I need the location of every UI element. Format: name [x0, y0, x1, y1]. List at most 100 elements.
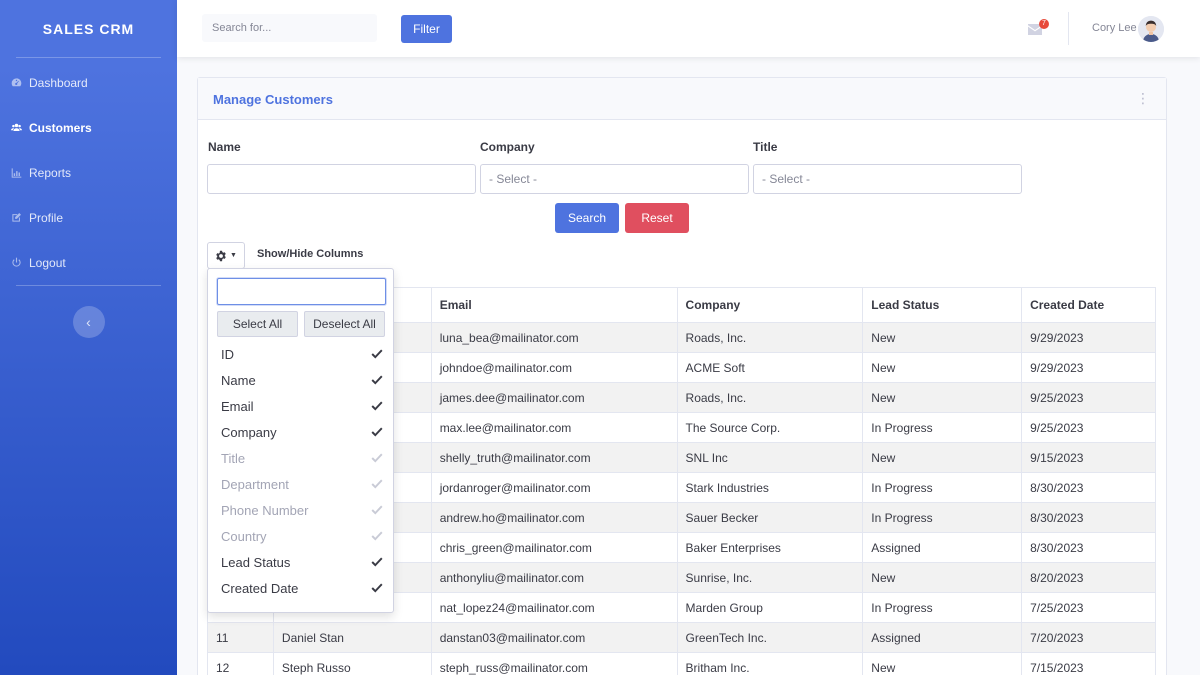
sidebar-nav: Dashboard Customers Reports Profile Logo… [0, 58, 177, 285]
table-cell: New [862, 442, 1023, 473]
table-cell: Assigned [862, 532, 1023, 563]
column-header[interactable]: Lead Status [862, 287, 1023, 323]
column-toggle-item[interactable]: Phone Number [208, 497, 395, 523]
sidebar-toggle-wrap: ‹ [0, 306, 177, 338]
table-cell: 9/25/2023 [1021, 412, 1156, 443]
table-cell: Sunrise, Inc. [676, 562, 864, 593]
caret-down-icon: ▼ [230, 252, 237, 259]
sidebar-item-label: Dashboard [29, 75, 88, 90]
table-cell: 9/15/2023 [1021, 442, 1156, 473]
card-title: Manage Customers [213, 92, 333, 107]
table-cell: Assigned [862, 622, 1023, 653]
column-toggle-item[interactable]: Lead Status [208, 549, 395, 575]
table-cell: Roads, Inc. [676, 322, 864, 353]
card-header: Manage Customers ⋮ [198, 78, 1166, 120]
name-field[interactable] [207, 164, 476, 194]
table-cell: 7/15/2023 [1021, 652, 1156, 675]
table-cell: 7/20/2023 [1021, 622, 1156, 653]
gear-icon [216, 250, 226, 261]
table-cell: Sauer Becker [676, 502, 864, 533]
search-input[interactable] [202, 14, 377, 42]
table-cell: Stark Industries [676, 472, 864, 503]
table-cell: max.lee@mailinator.com [430, 412, 678, 443]
reset-button[interactable]: Reset [625, 203, 689, 233]
sidebar-toggle-button[interactable]: ‹ [72, 306, 105, 338]
topbar-divider [1068, 12, 1069, 45]
column-toggle-item[interactable]: Company [208, 419, 395, 445]
table-cell: In Progress [862, 472, 1023, 503]
checkmark-icon [371, 556, 383, 568]
sidebar-item-label: Profile [29, 210, 64, 225]
name-label: Name [208, 140, 241, 154]
table-cell: shelly_truth@mailinator.com [430, 442, 678, 473]
sidebar-item-reports[interactable]: Reports [0, 150, 177, 195]
column-visibility-dropdown: Select All Deselect All ID Name Email Compa… [207, 268, 394, 613]
search-button[interactable]: Search [555, 203, 619, 233]
column-toggle-item[interactable]: Name [208, 367, 395, 393]
column-toggle-label: Country [221, 528, 267, 544]
column-toggle-label: Created Date [221, 580, 299, 596]
avatar[interactable] [1138, 16, 1164, 42]
deselect-all-button[interactable]: Deselect All [304, 311, 385, 337]
title-select-value: - Select - [762, 172, 811, 186]
table-cell: johndoe@mailinator.com [430, 352, 678, 383]
table-cell: steph_russ@mailinator.com [430, 652, 678, 675]
sidebar-item-label: Customers [29, 120, 92, 135]
checkmark-icon [371, 478, 383, 490]
table-row[interactable]: 11 Daniel Stan danstan03@mailinator.com Gre… [207, 622, 1156, 653]
table-cell: 12 [207, 652, 274, 675]
checkmark-icon [371, 530, 383, 542]
users-icon [10, 122, 22, 134]
column-list: ID Name Email Company Title Department Phone N… [208, 341, 395, 601]
table-cell: Marden Group [676, 592, 864, 623]
table-cell: 8/30/2023 [1021, 502, 1156, 533]
table-cell: Steph Russo [272, 652, 432, 675]
column-toggle-item[interactable]: Title [208, 445, 395, 471]
sidebar-item-customers[interactable]: Customers [0, 105, 177, 150]
column-toggle-label: Email [221, 398, 254, 414]
table-cell: Daniel Stan [272, 622, 432, 653]
column-toggle-item[interactable]: Email [208, 393, 395, 419]
column-toggle-item[interactable]: Country [208, 523, 395, 549]
column-toggle-button[interactable]: ▼ [207, 242, 245, 269]
table-cell: 8/30/2023 [1021, 532, 1156, 563]
column-toggle-item[interactable]: Created Date [208, 575, 395, 601]
checkmark-icon [371, 426, 383, 438]
chevron-left-icon: ‹ [86, 314, 91, 330]
column-header[interactable]: Email [430, 287, 678, 323]
table-cell: In Progress [862, 502, 1023, 533]
brand-logo[interactable]: SALES CRM [0, 0, 177, 57]
table-cell: anthonyliu@mailinator.com [430, 562, 678, 593]
column-toggle-label: ID [221, 346, 234, 362]
table-cell: Roads, Inc. [676, 382, 864, 413]
column-search-input[interactable] [217, 278, 386, 305]
table-cell: SNL Inc [676, 442, 864, 473]
company-select-value: - Select - [489, 172, 538, 186]
column-header[interactable]: Created Date [1021, 287, 1156, 323]
sidebar: SALES CRM Dashboard Customers Reports Pr… [0, 0, 177, 675]
table-cell: 9/25/2023 [1021, 382, 1156, 413]
filter-button[interactable]: Filter [401, 15, 452, 43]
select-all-button[interactable]: Select All [217, 311, 298, 337]
topbar: Filter 7 Cory Lee [177, 0, 1200, 57]
user-name[interactable]: Cory Lee [1092, 22, 1137, 34]
power-icon [10, 257, 22, 269]
checkmark-icon [371, 348, 383, 360]
table-cell: The Source Corp. [676, 412, 864, 443]
column-toggle-item[interactable]: Department [208, 471, 395, 497]
table-row[interactable]: 12 Steph Russo steph_russ@mailinator.com Br… [207, 652, 1156, 675]
table-cell: chris_green@mailinator.com [430, 532, 678, 563]
title-select[interactable]: - Select - [753, 164, 1022, 194]
checkmark-icon [371, 582, 383, 594]
table-cell: nat_lopez24@mailinator.com [430, 592, 678, 623]
column-toggle-item[interactable]: ID [208, 341, 395, 367]
table-cell: jordanroger@mailinator.com [430, 472, 678, 503]
checkmark-icon [371, 504, 383, 516]
sidebar-item-dashboard[interactable]: Dashboard [0, 60, 177, 105]
show-hide-columns-label: Show/Hide Columns [257, 248, 364, 260]
company-select[interactable]: - Select - [480, 164, 749, 194]
sidebar-item-profile[interactable]: Profile [0, 195, 177, 240]
more-vertical-icon[interactable]: ⋮ [1136, 91, 1150, 105]
column-header[interactable]: Company [676, 287, 864, 323]
sidebar-item-logout[interactable]: Logout [0, 240, 177, 285]
